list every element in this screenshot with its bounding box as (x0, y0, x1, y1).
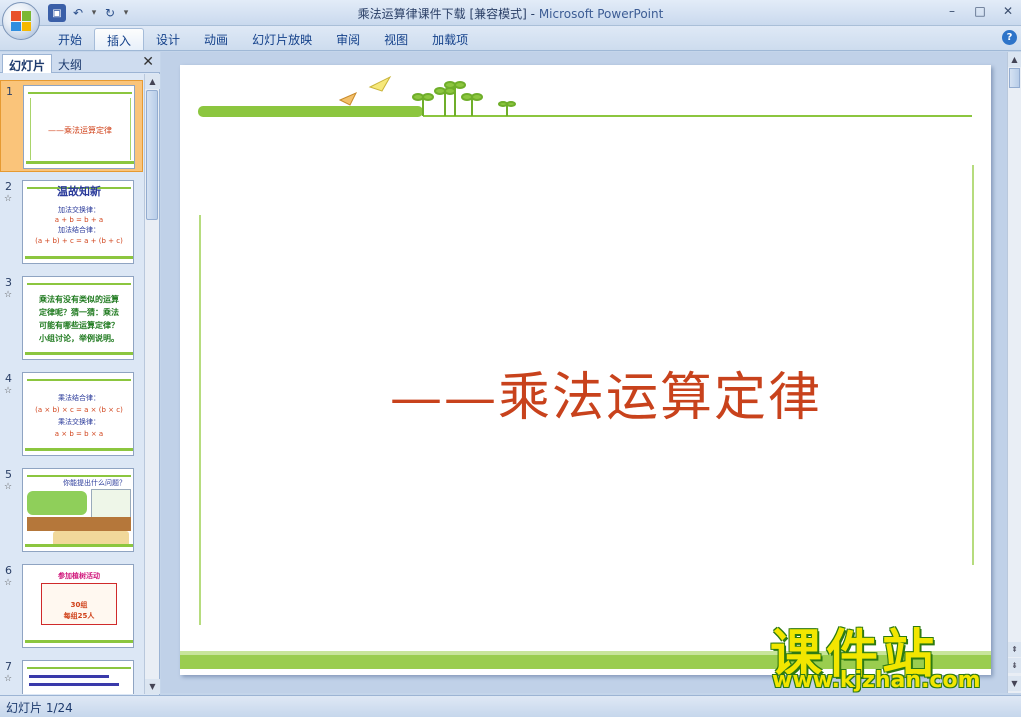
scrollbar-thumb[interactable] (146, 90, 158, 220)
thumbnail-text: 加法交换律： (58, 206, 100, 214)
tab-insert[interactable]: 插入 (94, 28, 145, 50)
tab-addins[interactable]: 加载项 (420, 28, 480, 50)
thumbnail-text: 乘法结合律： (58, 394, 100, 402)
scroll-down-icon[interactable]: ▼ (145, 679, 160, 694)
data-table-illustration: 30组 每组25人 (41, 583, 117, 625)
thumbnail-text: 定律呢？猜一猜：乘法 (39, 308, 119, 317)
text-line-illustration (29, 683, 119, 686)
scroll-up-icon[interactable]: ▲ (145, 74, 160, 89)
slides-pane: 幻灯片 大纲 ✕ 1 ——乘法运算定律 2 ☆ 温故知新 加法交换律： a + … (0, 52, 160, 695)
slide-editor: ——乘法运算定律 (161, 52, 1007, 693)
scroll-up-icon[interactable]: ▲ (1008, 52, 1021, 67)
ribbon-tabs: 开始 插入 设计 动画 幻灯片放映 审阅 视图 加载项 (46, 28, 480, 50)
animation-star-icon: ☆ (4, 194, 13, 204)
next-slide-icon[interactable]: ⇟ (1008, 658, 1021, 673)
tab-home[interactable]: 开始 (46, 28, 94, 50)
window-controls: – □ ✕ (943, 3, 1017, 19)
paper-plane-icon (338, 91, 358, 106)
tab-view[interactable]: 视图 (372, 28, 420, 50)
thumbnail-preview: 你能提出什么问题？ (22, 468, 134, 552)
help-icon[interactable]: ? (1002, 30, 1017, 45)
thumbnail-text: 加法结合律： (58, 226, 100, 234)
thumbnail-text: ——乘法运算定律 (48, 126, 112, 135)
thumbnail-text: 乘法有没有类似的运算 (39, 295, 119, 304)
thumbnail-preview: 乘法有没有类似的运算 定律呢？猜一猜：乘法 可能有哪些运算定律？ 小组讨论，举例… (22, 276, 134, 360)
pane-tabs: 幻灯片 大纲 ✕ (0, 52, 160, 73)
sprouts-icon (412, 81, 516, 116)
tab-review[interactable]: 审阅 (324, 28, 372, 50)
office-logo-icon (11, 11, 31, 31)
slide-thumbnail-7[interactable]: 7 ☆ (0, 656, 143, 694)
minimize-icon[interactable]: – (943, 3, 961, 19)
animation-star-icon: ☆ (4, 578, 13, 588)
thumbnail-preview (22, 660, 134, 694)
watermark: 课件站 www.kjzhan.com (766, 612, 1006, 696)
scroll-down-icon[interactable]: ▼ (1008, 676, 1021, 691)
animation-star-icon: ☆ (4, 290, 13, 300)
animation-star-icon: ☆ (4, 386, 13, 396)
slide-number: 1 (6, 85, 13, 98)
previous-slide-icon[interactable]: ⇞ (1008, 642, 1021, 657)
slide-number: 5 (5, 468, 12, 481)
slide-thumbnail-4[interactable]: 4 ☆ 乘法结合律： (a × b) × c = a × (b × c) 乘法交… (0, 368, 143, 460)
text-line-illustration (29, 675, 109, 678)
ribbon: 开始 插入 设计 动画 幻灯片放映 审阅 视图 加载项 ? (0, 26, 1021, 51)
document-title: 乘法运算律课件下载 [兼容模式] - (357, 7, 539, 21)
tab-slides[interactable]: 幻灯片 (2, 54, 53, 73)
table-illustration (91, 489, 131, 519)
slide-number: 6 (5, 564, 12, 577)
title-bar: ▣ ↶ ▾ ↻ ▾ 乘法运算律课件下载 [兼容模式] - Microsoft P… (0, 0, 1021, 26)
paper-plane-icon (368, 75, 392, 92)
thumbnail-text: 你能提出什么问题？ (63, 479, 126, 487)
top-green-bar (198, 106, 423, 117)
watermark-url: www.kjzhan.com (772, 668, 981, 693)
slide-counter: 幻灯片 1/24 (6, 701, 73, 715)
thumbnail-preview: 乘法结合律： (a × b) × c = a × (b × c) 乘法交换律： … (22, 372, 134, 456)
thumbnail-text: (a + b) + c = a + (b + c) (35, 237, 123, 245)
animation-star-icon: ☆ (4, 674, 13, 684)
tab-design[interactable]: 设计 (144, 28, 192, 50)
thumbnail-preview: 参加植树活动 30组 每组25人 (22, 564, 134, 648)
thumbnail-text: (a × b) × c = a × (b × c) (35, 406, 123, 414)
thumbnails-scrollbar[interactable]: ▲ ▼ (144, 74, 160, 694)
thumbnail-text: 参加植树活动 (58, 572, 100, 580)
thumbnail-list: 1 ——乘法运算定律 2 ☆ 温故知新 加法交换律： a + b = b + a… (0, 74, 143, 694)
thumbnail-text: 温故知新 (57, 185, 101, 198)
editor-scrollbar[interactable]: ▲ ⇞ ⇟ ▼ (1007, 52, 1021, 693)
slide-thumbnail-3[interactable]: 3 ☆ 乘法有没有类似的运算 定律呢？猜一猜：乘法 可能有哪些运算定律？ 小组讨… (0, 272, 143, 364)
thumbnail-text: 30组 (70, 601, 88, 609)
status-bar: 幻灯片 1/24 (0, 695, 1021, 717)
thumbnail-text: 每组25人 (63, 612, 95, 620)
tab-slideshow[interactable]: 幻灯片放映 (240, 28, 324, 50)
trees-illustration (27, 491, 87, 515)
slide-thumbnail-1[interactable]: 1 ——乘法运算定律 (0, 80, 143, 172)
thumbnail-text: a × b = b × a (54, 430, 104, 438)
wall-illustration (27, 517, 131, 531)
thumbnail-text: a + b = b + a (54, 216, 104, 224)
office-button[interactable] (2, 2, 40, 40)
thumbnail-preview: ——乘法运算定律 (23, 85, 135, 169)
slide-number: 7 (5, 660, 12, 673)
maximize-icon[interactable]: □ (971, 3, 989, 19)
slide-number: 4 (5, 372, 12, 385)
animation-star-icon: ☆ (4, 482, 13, 492)
app-name: Microsoft PowerPoint (538, 7, 664, 21)
window-title: 乘法运算律课件下载 [兼容模式] - Microsoft PowerPoint (0, 5, 1021, 22)
scrollbar-thumb[interactable] (1009, 68, 1020, 88)
slide-number: 3 (5, 276, 12, 289)
thumbnail-text: 可能有哪些运算定律？ (39, 321, 119, 330)
slide-thumbnail-2[interactable]: 2 ☆ 温故知新 加法交换律： a + b = b + a 加法结合律： (a … (0, 176, 143, 268)
thumbnail-text: 乘法交换律： (58, 418, 100, 426)
thumbnail-preview: 温故知新 加法交换律： a + b = b + a 加法结合律： (a + b)… (22, 180, 134, 264)
tab-outline[interactable]: 大纲 (52, 54, 88, 73)
tab-animations[interactable]: 动画 (192, 28, 240, 50)
close-pane-icon[interactable]: ✕ (142, 54, 154, 70)
slide-thumbnail-6[interactable]: 6 ☆ 参加植树活动 30组 每组25人 (0, 560, 143, 652)
thumbnail-text: 小组讨论，举例说明。 (39, 334, 119, 343)
current-slide[interactable]: ——乘法运算定律 (180, 65, 991, 675)
close-icon[interactable]: ✕ (999, 3, 1017, 19)
slide-number: 2 (5, 180, 12, 193)
slide-title[interactable]: ——乘法运算定律 (390, 355, 822, 430)
slide-thumbnail-5[interactable]: 5 ☆ 你能提出什么问题？ (0, 464, 143, 556)
